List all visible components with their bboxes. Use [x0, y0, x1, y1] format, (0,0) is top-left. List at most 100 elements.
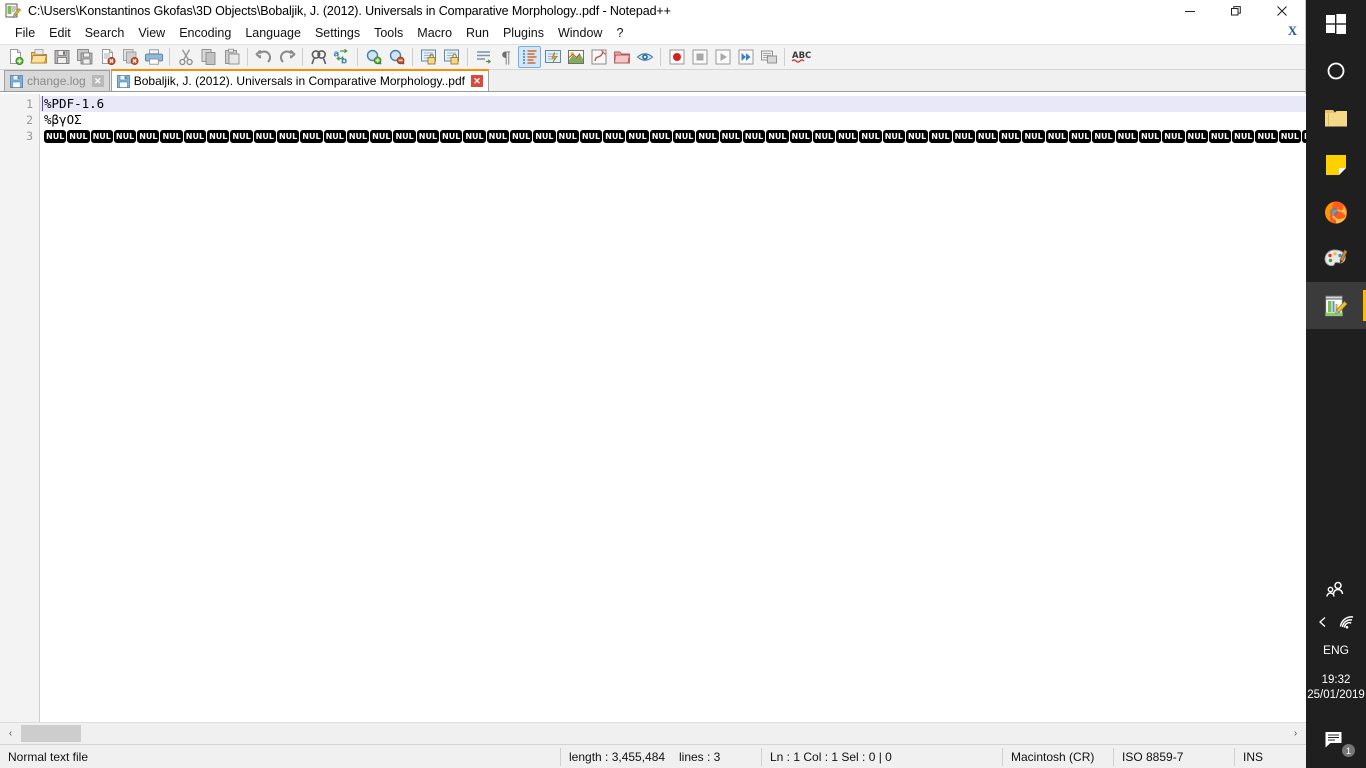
nul-control-char: NUL	[975, 130, 999, 143]
people-icon[interactable]	[1306, 567, 1366, 614]
macro-play-icon[interactable]	[711, 46, 734, 68]
nul-control-char: NUL	[1278, 130, 1302, 143]
notepad-plus-plus-taskbar-icon[interactable]	[1306, 282, 1366, 329]
tab-close-icon[interactable]: ✕	[91, 75, 104, 87]
sticky-notes-icon[interactable]	[1306, 141, 1366, 188]
code-text[interactable]: %PDF-1.6 %βγΟΣ NUL NUL NUL NUL NUL NUL NUL NUL N…	[40, 94, 1306, 722]
close-file-icon[interactable]	[96, 46, 119, 68]
start-button-icon[interactable]	[1306, 0, 1366, 47]
scrollbar-thumb[interactable]	[21, 725, 81, 742]
cortana-search-icon[interactable]	[1306, 47, 1366, 94]
macro-run-multiple-icon[interactable]	[734, 46, 757, 68]
nul-control-char: NUL	[1092, 130, 1115, 143]
nul-control-char: NUL	[859, 130, 882, 143]
scroll-left-arrow-icon[interactable]: ‹	[0, 723, 21, 744]
firefox-icon[interactable]	[1306, 188, 1366, 235]
menu-item-edit[interactable]: Edit	[42, 24, 78, 42]
close-button[interactable]	[1259, 0, 1305, 22]
sync-horizontal-scroll-icon[interactable]	[440, 46, 463, 68]
editor-area[interactable]: 1 2 3 %PDF-1.6 %βγΟΣ NUL NUL NUL NUL NUL NUL N…	[0, 94, 1306, 722]
zoom-out-icon[interactable]	[385, 46, 408, 68]
restore-button[interactable]	[1213, 0, 1259, 22]
menu-item-file[interactable]: File	[8, 24, 42, 42]
zoom-in-icon[interactable]	[362, 46, 385, 68]
nul-control-char: NUL	[44, 130, 67, 143]
monitoring-icon[interactable]	[633, 46, 656, 68]
spell-check-icon[interactable]: ABC	[789, 46, 812, 68]
save-all-icon[interactable]	[73, 46, 96, 68]
replace-icon[interactable]: a b	[330, 46, 353, 68]
scroll-right-arrow-icon[interactable]: ›	[1285, 723, 1306, 744]
print-icon[interactable]	[142, 46, 165, 68]
status-caret-position: Ln : 1 Col : 1 Sel : 0 | 0	[770, 749, 892, 764]
toolbar-separator	[357, 48, 358, 66]
save-icon[interactable]	[50, 46, 73, 68]
clock-date[interactable]: 25/01/2019	[1306, 688, 1366, 703]
paste-icon[interactable]	[220, 46, 243, 68]
nul-control-char: NUL	[836, 130, 859, 143]
folder-as-workspace-icon[interactable]	[610, 46, 633, 68]
menu-item-tools[interactable]: Tools	[367, 24, 410, 42]
close-document-button[interactable]: X	[1288, 24, 1297, 39]
menu-item-view[interactable]: View	[131, 24, 172, 42]
menu-item-search[interactable]: Search	[78, 24, 132, 42]
document-tab-bobaljik-pdf[interactable]: Bobaljik, J. (2012). Universals in Compa…	[110, 69, 489, 91]
notepad-plus-plus-icon	[4, 2, 22, 20]
menu-item-plugins[interactable]: Plugins	[496, 24, 551, 42]
nul-control-char: NUL	[1069, 130, 1092, 143]
menu-bar: File Edit Search View Encoding Language …	[0, 22, 1305, 44]
wifi-icon[interactable]	[1338, 614, 1356, 635]
find-icon[interactable]	[307, 46, 330, 68]
indent-guideline-icon[interactable]	[518, 46, 541, 68]
user-defined-dialog-icon[interactable]	[541, 46, 564, 68]
close-all-files-icon[interactable]	[119, 46, 142, 68]
macro-save-icon[interactable]	[757, 46, 780, 68]
copy-icon[interactable]	[197, 46, 220, 68]
redo-icon[interactable]	[275, 46, 298, 68]
open-file-icon[interactable]	[27, 46, 50, 68]
menu-item-settings[interactable]: Settings	[308, 24, 367, 42]
undo-icon[interactable]	[252, 46, 275, 68]
word-wrap-icon[interactable]	[472, 46, 495, 68]
nul-control-char: NUL	[276, 130, 300, 143]
status-eol-format[interactable]: Macintosh (CR)	[1003, 745, 1113, 768]
macro-record-icon[interactable]	[665, 46, 688, 68]
file-explorer-icon[interactable]	[1306, 94, 1366, 141]
menu-item-encoding[interactable]: Encoding	[172, 24, 238, 42]
clock-time[interactable]: 19:32	[1306, 673, 1366, 688]
input-language-indicator[interactable]: ENG	[1306, 643, 1366, 657]
nul-control-char: NUL	[1185, 130, 1208, 143]
sync-vertical-scroll-icon[interactable]	[417, 46, 440, 68]
title-bar[interactable]: C:\Users\Konstantinos Gkofas\3D Objects\…	[0, 0, 1305, 22]
macro-stop-icon[interactable]	[688, 46, 711, 68]
new-file-icon[interactable]	[4, 46, 27, 68]
nul-control-char: NUL	[579, 130, 603, 143]
scrollbar-track[interactable]	[21, 723, 1285, 744]
document-map-icon[interactable]	[564, 46, 587, 68]
status-encoding[interactable]: ISO 8859-7	[1114, 745, 1234, 768]
menu-item-language[interactable]: Language	[238, 24, 308, 42]
nul-control-char: NUL	[253, 130, 276, 143]
tab-close-icon[interactable]: ✕	[470, 75, 483, 87]
paint-icon[interactable]	[1306, 235, 1366, 282]
menu-item-macro[interactable]: Macro	[410, 24, 459, 42]
nul-control-char: NUL	[1255, 130, 1278, 143]
nul-control-char: NUL	[323, 130, 346, 143]
windows-taskbar: ENG 19:32 25/01/2019 1	[1306, 0, 1366, 768]
status-insert-mode[interactable]: INS	[1235, 745, 1271, 768]
function-list-icon[interactable]	[587, 46, 610, 68]
document-tab-change-log[interactable]: change.log ✕	[4, 70, 110, 91]
cut-icon[interactable]	[174, 46, 197, 68]
show-hidden-icons-chevron-icon[interactable]	[1316, 615, 1330, 634]
editor-line-2: %βγΟΣ	[44, 112, 82, 127]
nul-control-char: NUL	[346, 130, 370, 143]
horizontal-scrollbar[interactable]: ‹ ›	[0, 722, 1306, 744]
menu-item-window[interactable]: Window	[551, 24, 609, 42]
nul-control-char: NUL	[393, 130, 416, 143]
menu-item-run[interactable]: Run	[459, 24, 496, 42]
toolbar-separator	[247, 48, 248, 66]
show-all-characters-icon[interactable]: ¶	[495, 46, 518, 68]
action-center-icon[interactable]: 1	[1306, 717, 1366, 764]
minimize-button[interactable]	[1167, 0, 1213, 22]
menu-item-help[interactable]: ?	[609, 24, 630, 42]
